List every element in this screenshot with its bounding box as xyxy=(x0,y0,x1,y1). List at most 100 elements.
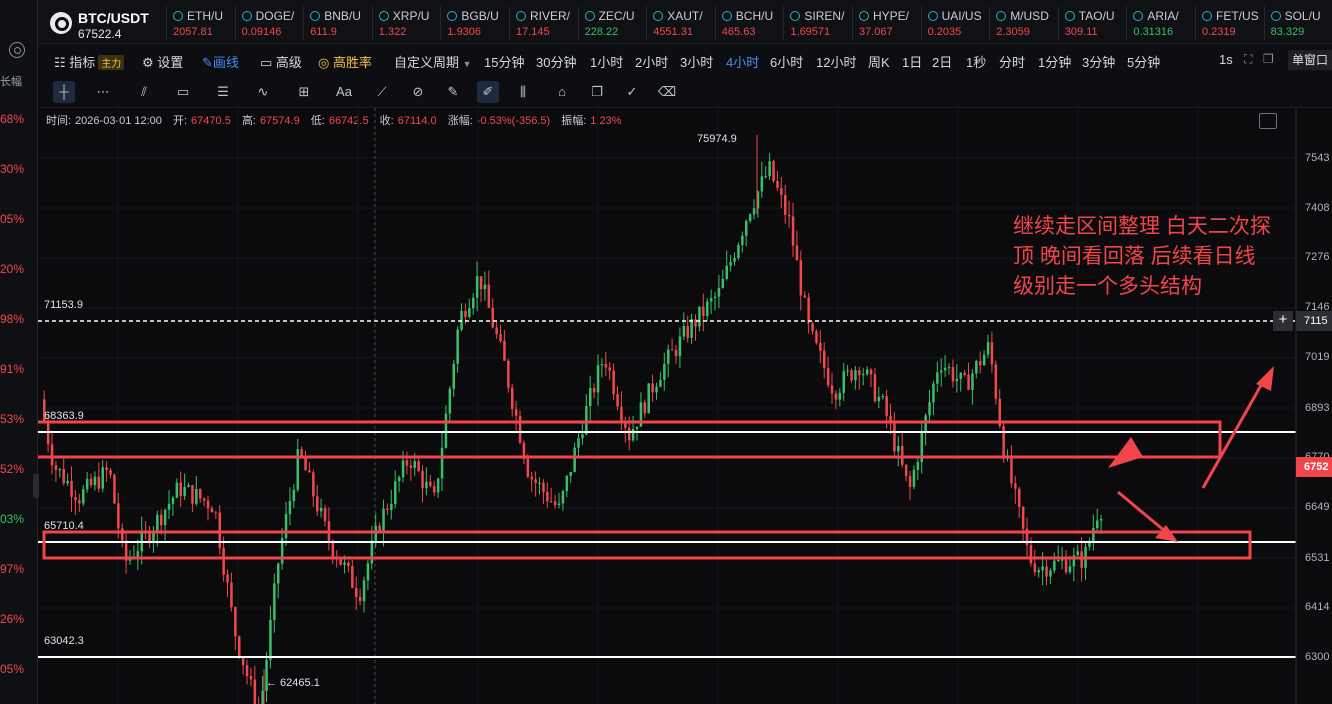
period-tab[interactable]: 2日 xyxy=(932,52,952,71)
candle xyxy=(62,458,65,486)
period-tab[interactable]: 4小时 xyxy=(726,52,759,71)
custom-period-label: 自定义周期 xyxy=(394,55,460,70)
wave-icon[interactable]: ∿ xyxy=(252,81,274,103)
candle xyxy=(1076,544,1079,557)
pencil-icon[interactable]: ✎ xyxy=(442,81,464,103)
lock-icon[interactable]: ⌂ xyxy=(551,81,573,103)
period-tab[interactable]: 3分钟 xyxy=(1082,52,1115,71)
add-alert-button[interactable]: + xyxy=(1273,311,1293,331)
candle xyxy=(577,431,580,457)
period-tab[interactable]: 2小时 xyxy=(635,52,668,71)
ticker-item[interactable]: XRP/U 1.322 xyxy=(371,6,442,40)
ticker-item[interactable]: BGB/U 1.9306 xyxy=(440,6,510,40)
coin-icon xyxy=(447,11,458,21)
period-tab[interactable]: 1分钟 xyxy=(1038,52,1071,71)
ticker-item[interactable]: DOGE/0.09146 xyxy=(234,6,305,40)
period-tab[interactable]: 12小时 xyxy=(816,52,856,71)
candle xyxy=(495,321,498,339)
period-tab[interactable]: 1小时 xyxy=(590,52,623,71)
text-icon[interactable]: Aa xyxy=(333,81,355,103)
highlighter-icon[interactable]: ✐ xyxy=(477,81,499,103)
period-tab[interactable]: 分时 xyxy=(999,52,1025,71)
candle xyxy=(670,338,674,351)
crosshair-icon[interactable]: ┼ xyxy=(53,81,75,103)
ticker-item[interactable]: UAI/US 0.2035 xyxy=(920,6,991,40)
measure-icon[interactable]: ⊞ xyxy=(293,81,315,103)
copy-icon[interactable]: ❐ xyxy=(586,81,608,103)
win-rate-label: 高胜率 xyxy=(332,55,372,70)
ticker-item[interactable]: BCH/U 465.63 xyxy=(714,6,785,40)
parallel-channel-icon[interactable]: ⫽ xyxy=(133,81,155,103)
candle xyxy=(752,199,756,220)
candle xyxy=(74,490,77,516)
ticker-name: BGB/U xyxy=(461,9,499,23)
period-tab[interactable]: 3小时 xyxy=(680,52,713,71)
candle xyxy=(908,470,912,501)
ticker-item[interactable]: ETH/U 2057.81 xyxy=(166,6,236,40)
dotted-line-icon[interactable]: ⋯ xyxy=(92,81,114,103)
gear-icon[interactable] xyxy=(9,42,25,58)
period-tab[interactable]: 5分钟 xyxy=(1127,52,1160,71)
candle xyxy=(940,358,943,387)
rectangle-icon[interactable]: ▭ xyxy=(172,81,194,103)
candle xyxy=(179,471,182,507)
candle xyxy=(366,559,370,591)
fibonacci-icon[interactable]: ☰ xyxy=(212,81,234,103)
period-tab[interactable]: 15分钟 xyxy=(484,52,524,71)
candle xyxy=(850,368,853,384)
period-tab[interactable]: 1秒 xyxy=(966,52,986,71)
candle xyxy=(1053,552,1056,574)
candlestick-chart[interactable] xyxy=(38,108,1332,704)
compare-icon[interactable]: ⫼ xyxy=(512,81,534,103)
candle xyxy=(518,410,522,445)
candle xyxy=(397,475,401,493)
period-tab[interactable]: 6小时 xyxy=(770,52,803,71)
ticker-item[interactable]: FET/US 0.2319 xyxy=(1195,6,1265,40)
draw-button[interactable]: ✎画线 xyxy=(202,52,239,71)
symbol-name: BTC/USDT xyxy=(78,10,149,26)
ticker-item[interactable]: M/USD 2.3059 xyxy=(989,6,1059,40)
candle xyxy=(1096,508,1099,534)
custom-period-dropdown[interactable]: 自定义周期 ▼ xyxy=(394,52,472,71)
candle xyxy=(963,369,966,377)
win-rate-button[interactable]: ◎ 高胜率 xyxy=(318,52,372,71)
ticker-item[interactable]: RIVER/17.145 xyxy=(509,6,579,40)
edit-icon[interactable]: ✓ xyxy=(621,81,643,103)
fullscreen-icon[interactable]: ⛶ xyxy=(1244,52,1252,67)
candle xyxy=(202,497,206,507)
ticker-price: 1.9306 xyxy=(447,26,482,38)
ruler-icon[interactable]: ⟋ xyxy=(371,81,393,103)
ticker-item[interactable]: SOL/U 83.329 xyxy=(1263,6,1332,40)
settings-button[interactable]: ⚙ 设置 xyxy=(142,52,183,71)
period-tab[interactable]: 1日 xyxy=(902,52,922,71)
candle xyxy=(709,289,713,315)
ticker-price: 17.145 xyxy=(516,26,550,38)
candle xyxy=(585,394,588,436)
ticker-item[interactable]: SIREN/1.69571 xyxy=(783,6,853,40)
ticker-item[interactable]: BNB/U 611.9 xyxy=(303,6,373,40)
ticker-item[interactable]: TAO/U 309.11 xyxy=(1057,6,1128,40)
indicators-button[interactable]: ☷ 指标 主力 xyxy=(54,52,125,71)
candle xyxy=(323,505,327,527)
candle xyxy=(803,291,806,299)
advanced-button[interactable]: ▭ 高级 xyxy=(260,52,302,71)
ticker-name: BNB/U xyxy=(324,9,361,23)
period-tab[interactable]: 30分钟 xyxy=(536,52,576,71)
candle xyxy=(932,380,935,416)
candle xyxy=(592,383,596,399)
candle xyxy=(920,420,923,474)
candle xyxy=(312,469,315,507)
candle xyxy=(924,413,927,446)
ticker-item[interactable]: ARIA/0.31316 xyxy=(1126,6,1196,40)
refresh-rate[interactable]: 1s xyxy=(1219,52,1233,67)
ticker-item[interactable]: XAUT/4551.31 xyxy=(646,6,716,40)
ticker-item[interactable]: ZEC/U 228.22 xyxy=(577,6,648,40)
popout-icon[interactable]: ❐ xyxy=(1263,52,1274,66)
main-symbol[interactable]: BTC/USDT 67522.4 xyxy=(48,6,168,41)
brush-icon[interactable]: ⊘ xyxy=(407,81,429,103)
ticker-item[interactable]: HYPE/37.067 xyxy=(852,6,922,40)
single-window-button[interactable]: 单窗口 xyxy=(1287,50,1332,70)
trash-icon[interactable]: ⌫ xyxy=(656,81,678,103)
candle xyxy=(772,160,775,183)
period-tab[interactable]: 周K xyxy=(868,52,890,71)
